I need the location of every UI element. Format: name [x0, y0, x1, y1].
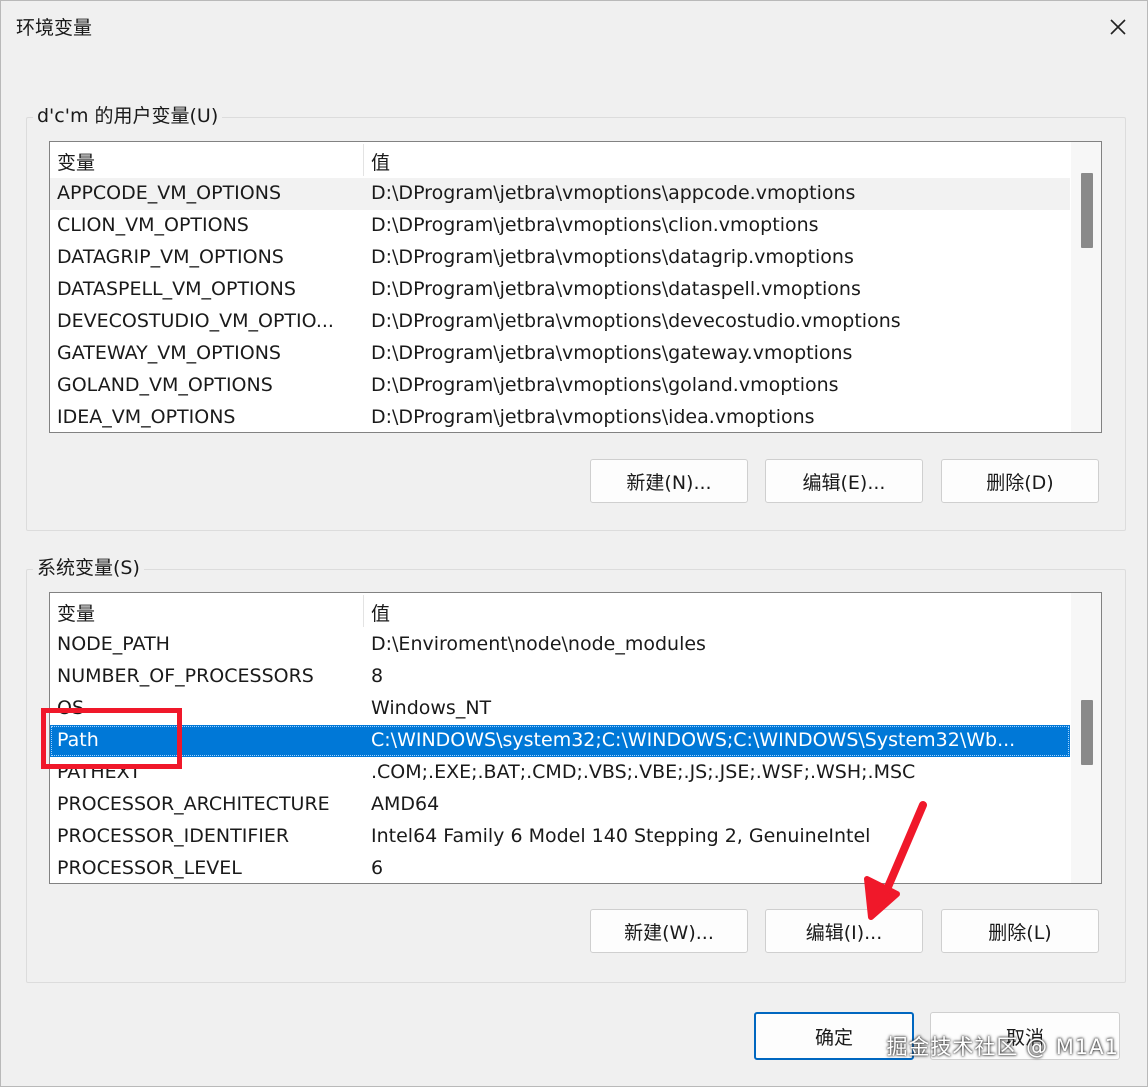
variable-value: D:\DProgram\jetbra\vmoptions\goland.vmop…	[371, 374, 839, 396]
variable-value: Windows_NT	[371, 697, 492, 719]
vertical-scrollbar[interactable]	[1071, 142, 1101, 432]
column-divider[interactable]	[363, 595, 364, 627]
variable-value: D:\DProgram\jetbra\vmoptions\devecostudi…	[371, 310, 901, 332]
variable-name: DEVECOSTUDIO_VM_OPTIO...	[57, 310, 334, 332]
table-row[interactable]: OS Windows_NT	[50, 693, 1070, 725]
variable-value: 6	[371, 857, 384, 879]
variable-value: D:\DProgram\jetbra\vmoptions\gateway.vmo…	[371, 342, 853, 364]
variable-value: D:\Enviroment\node\node_modules	[371, 633, 706, 655]
column-header-variable[interactable]: 变量	[57, 148, 95, 175]
variable-name: CLION_VM_OPTIONS	[57, 214, 249, 236]
table-row[interactable]: GOLAND_VM_OPTIONS D:\DProgram\jetbra\vmo…	[50, 370, 1070, 402]
variable-name: APPCODE_VM_OPTIONS	[57, 182, 282, 204]
user-variables-group: d'c'm 的用户变量(U) 变量 值 APPCODE_VM_OPTIONS D…	[26, 101, 1126, 531]
user-delete-button[interactable]: 删除(D)	[941, 459, 1099, 503]
variable-value: C:\WINDOWS\system32;C:\WINDOWS;C:\WINDOW…	[371, 729, 1016, 751]
table-row[interactable]: NODE_PATH D:\Enviroment\node\node_module…	[50, 629, 1070, 661]
variable-name: NUMBER_OF_PROCESSORS	[57, 665, 314, 687]
table-row[interactable]: GATEWAY_VM_OPTIONS D:\DProgram\jetbra\vm…	[50, 338, 1070, 370]
list-header: 变量 值	[50, 142, 1070, 176]
variable-name: PROCESSOR_ARCHITECTURE	[57, 793, 330, 815]
variable-name: GOLAND_VM_OPTIONS	[57, 374, 273, 396]
table-row[interactable]: PROCESSOR_LEVEL 6	[50, 853, 1070, 883]
system-new-button[interactable]: 新建(W)...	[590, 909, 748, 953]
variable-value: D:\DProgram\jetbra\vmoptions\dataspell.v…	[371, 278, 861, 300]
variable-name: DATAGRIP_VM_OPTIONS	[57, 246, 284, 268]
table-row[interactable]: DATASPELL_VM_OPTIONS D:\DProgram\jetbra\…	[50, 274, 1070, 306]
variable-name: DATASPELL_VM_OPTIONS	[57, 278, 296, 300]
variable-name: NODE_PATH	[57, 633, 170, 655]
variable-value: D:\DProgram\jetbra\vmoptions\idea.vmopti…	[371, 406, 815, 428]
variable-value: D:\DProgram\jetbra\vmoptions\datagrip.vm…	[371, 246, 854, 268]
environment-variables-dialog: 环境变量 d'c'm 的用户变量(U) 变量 值 APPCODE_VM_OPTI…	[0, 0, 1148, 1087]
table-row[interactable]: CLION_VM_OPTIONS D:\DProgram\jetbra\vmop…	[50, 210, 1070, 242]
column-header-variable[interactable]: 变量	[57, 599, 95, 626]
system-delete-button[interactable]: 删除(L)	[941, 909, 1099, 953]
table-row[interactable]: APPCODE_VM_OPTIONS D:\DProgram\jetbra\vm…	[50, 178, 1070, 210]
table-row[interactable]: PROCESSOR_IDENTIFIER Intel64 Family 6 Mo…	[50, 821, 1070, 853]
table-row[interactable]: DATAGRIP_VM_OPTIONS D:\DProgram\jetbra\v…	[50, 242, 1070, 274]
variable-name: Path	[57, 729, 99, 751]
table-row[interactable]: PROCESSOR_ARCHITECTURE AMD64	[50, 789, 1070, 821]
user-new-button[interactable]: 新建(N)...	[590, 459, 748, 503]
close-icon	[1110, 19, 1126, 35]
column-header-value[interactable]: 值	[371, 599, 390, 626]
table-row[interactable]: NUMBER_OF_PROCESSORS 8	[50, 661, 1070, 693]
table-row-selected[interactable]: Path C:\WINDOWS\system32;C:\WINDOWS;C:\W…	[50, 725, 1070, 757]
table-row[interactable]: PATHEXT .COM;.EXE;.BAT;.CMD;.VBS;.VBE;.J…	[50, 757, 1070, 789]
scrollbar-thumb[interactable]	[1081, 173, 1093, 248]
variable-value: Intel64 Family 6 Model 140 Stepping 2, G…	[371, 825, 871, 847]
table-row[interactable]: IDEA_VM_OPTIONS D:\DProgram\jetbra\vmopt…	[50, 402, 1070, 432]
column-divider[interactable]	[363, 144, 364, 176]
variable-name: PROCESSOR_IDENTIFIER	[57, 825, 290, 847]
variable-value: D:\DProgram\jetbra\vmoptions\clion.vmopt…	[371, 214, 819, 236]
window-title: 环境变量	[16, 17, 93, 39]
variable-value: AMD64	[371, 793, 440, 815]
close-button[interactable]	[1089, 1, 1147, 53]
system-variables-label: 系统变量(S)	[33, 553, 144, 580]
variable-name: PATHEXT	[57, 761, 141, 783]
variable-value: D:\DProgram\jetbra\vmoptions\appcode.vmo…	[371, 182, 856, 204]
user-edit-button[interactable]: 编辑(E)...	[765, 459, 923, 503]
user-variables-label: d'c'm 的用户变量(U)	[33, 101, 223, 128]
variable-value: 8	[371, 665, 384, 687]
system-variables-rows: NODE_PATH D:\Enviroment\node\node_module…	[50, 629, 1070, 883]
title-bar: 环境变量	[1, 1, 1147, 53]
list-header: 变量 值	[50, 593, 1070, 627]
table-row[interactable]: DEVECOSTUDIO_VM_OPTIO... D:\DProgram\jet…	[50, 306, 1070, 338]
scrollbar-thumb[interactable]	[1081, 700, 1093, 765]
column-header-value[interactable]: 值	[371, 148, 390, 175]
variable-value: .COM;.EXE;.BAT;.CMD;.VBS;.VBE;.JS;.JSE;.…	[371, 761, 916, 783]
variable-name: GATEWAY_VM_OPTIONS	[57, 342, 281, 364]
system-variables-group: 系统变量(S) 变量 值 NODE_PATH D:\Enviroment\nod…	[26, 553, 1126, 983]
user-variables-list[interactable]: 变量 值 APPCODE_VM_OPTIONS D:\DProgram\jetb…	[49, 141, 1102, 433]
variable-name: PROCESSOR_LEVEL	[57, 857, 242, 879]
vertical-scrollbar[interactable]	[1071, 593, 1101, 883]
watermark: 掘金技术社区 @ M1A1	[886, 1035, 1119, 1059]
variable-name: OS	[57, 697, 85, 719]
system-variables-list[interactable]: 变量 值 NODE_PATH D:\Enviroment\node\node_m…	[49, 592, 1102, 884]
variable-name: IDEA_VM_OPTIONS	[57, 406, 236, 428]
system-edit-button[interactable]: 编辑(I)...	[765, 909, 923, 953]
user-variables-rows: APPCODE_VM_OPTIONS D:\DProgram\jetbra\vm…	[50, 178, 1070, 432]
